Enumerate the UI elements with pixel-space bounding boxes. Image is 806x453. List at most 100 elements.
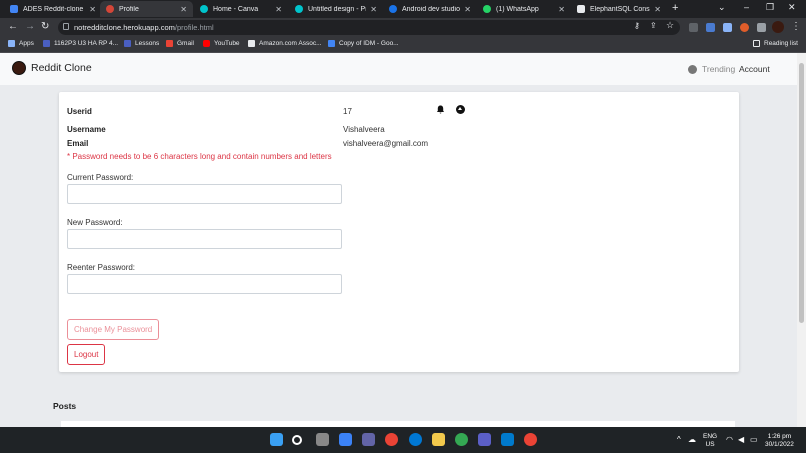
url-host: notredditclone.herokuapp.com: [74, 23, 175, 32]
username-label: Username: [67, 125, 106, 134]
language-indicator[interactable]: ENG US: [703, 433, 717, 448]
page-scrollbar[interactable]: [797, 53, 806, 427]
canva-icon: [200, 5, 208, 13]
brand-label: Reddit Clone: [31, 62, 92, 74]
trending-icon: [688, 64, 697, 74]
vscode-icon[interactable]: [501, 433, 514, 446]
wifi-icon[interactable]: ◠: [726, 435, 733, 444]
extension-icon[interactable]: [706, 23, 715, 32]
bookmark-item[interactable]: Lessons: [124, 40, 159, 47]
key-icon[interactable]: ⚷: [634, 21, 640, 30]
reading-list-icon: [753, 40, 760, 47]
bookmark-icon: [43, 40, 50, 47]
nav-trending-label: Trending: [702, 64, 736, 74]
logout-button[interactable]: Logout: [67, 344, 106, 365]
change-password-button[interactable]: Change My Password: [67, 319, 160, 340]
reading-list[interactable]: Reading list: [753, 40, 798, 47]
bookmark-item[interactable]: Copy of IDM - Goo...: [328, 40, 399, 47]
tab-label: Home - Canva: [213, 5, 259, 13]
windows-taskbar: ^ ☁ ENG US ◠ ◀ ▭ 1:26 pm 30/1/2022: [0, 427, 806, 453]
new-tab-icon[interactable]: +: [672, 2, 678, 14]
teams-chat-icon[interactable]: [362, 433, 375, 446]
menu-dots-icon[interactable]: ⋮: [791, 21, 801, 32]
clock[interactable]: 1:26 pm 30/1/2022: [765, 433, 794, 448]
close-tab-icon[interactable]: ✕: [370, 5, 377, 14]
browser-tab[interactable]: ElephantSQL Console ✕: [571, 1, 667, 17]
upvote-circle-icon[interactable]: [456, 105, 465, 114]
bookmark-apps[interactable]: Apps: [8, 40, 34, 47]
puzzle-icon[interactable]: [757, 23, 766, 32]
battery-icon[interactable]: ▭: [750, 435, 758, 444]
bookmark-item[interactable]: Amazon.com Assoc...: [248, 40, 322, 47]
reddit-clone-favicon-icon: [106, 5, 114, 13]
bookmark-label: Gmail: [177, 40, 194, 47]
reading-list-label: Reading list: [764, 40, 798, 47]
elephant-icon: [577, 5, 585, 13]
tab-label: ADES Reddit-clone C: [23, 5, 86, 13]
new-password-label: New Password:: [67, 218, 123, 227]
current-password-label: Current Password:: [67, 173, 134, 182]
volume-icon[interactable]: ◀: [738, 435, 744, 444]
nav-account[interactable]: Account: [739, 64, 770, 74]
edge-icon[interactable]: [409, 433, 422, 446]
reenter-password-input[interactable]: [67, 274, 342, 294]
back-icon[interactable]: ←: [8, 21, 18, 32]
forward-icon[interactable]: →: [25, 21, 35, 32]
profile-avatar-icon[interactable]: [772, 21, 784, 33]
show-hidden-icons-icon[interactable]: ^: [677, 435, 681, 444]
close-tab-icon[interactable]: ✕: [464, 5, 471, 14]
site-brand[interactable]: Reddit Clone: [12, 61, 92, 75]
close-window-icon[interactable]: ✕: [788, 2, 796, 13]
browser-tab[interactable]: (1) WhatsApp ✕: [477, 1, 571, 17]
bookmark-label: Copy of IDM - Goo...: [339, 40, 399, 47]
address-bar[interactable]: notredditclone.herokuapp.com/profile.htm…: [58, 20, 680, 35]
search-icon[interactable]: [292, 435, 302, 445]
bookmark-star-icon[interactable]: ☆: [666, 20, 674, 31]
tab-label: Profile: [119, 5, 139, 13]
restore-icon[interactable]: ❐: [766, 2, 774, 13]
extension-icon[interactable]: [689, 23, 698, 32]
close-tab-icon[interactable]: ✕: [558, 5, 565, 14]
reload-icon[interactable]: ↻: [41, 21, 49, 32]
profile-card: Userid 17 Username Vishalveera Email vis…: [59, 92, 739, 372]
chrome-icon[interactable]: [524, 433, 537, 446]
scrollbar-thumb[interactable]: [799, 63, 804, 323]
onedrive-cloud-icon[interactable]: ☁: [688, 435, 696, 444]
browser-tab[interactable]: Home - Canva ✕: [194, 1, 288, 17]
close-tab-icon[interactable]: ✕: [89, 5, 96, 14]
current-password-input[interactable]: [67, 184, 342, 204]
amazon-icon: [248, 40, 255, 47]
bookmark-item[interactable]: 1162P3 U3 HA RP 4...: [43, 40, 118, 47]
windows-start-icon[interactable]: [270, 433, 283, 446]
teams-icon[interactable]: [478, 433, 491, 446]
bookmark-item[interactable]: YouTube: [203, 40, 240, 47]
bookmark-item[interactable]: Gmail: [166, 40, 194, 47]
task-view-icon[interactable]: [316, 433, 329, 446]
chrome-icon[interactable]: [385, 433, 398, 446]
close-tab-icon[interactable]: ✕: [654, 5, 661, 14]
username-value: Vishalveera: [343, 125, 385, 134]
browser-tab[interactable]: Untitled design - Pres ✕: [289, 1, 383, 17]
browser-tab[interactable]: ADES Reddit-clone C ✕: [4, 1, 102, 17]
new-password-input[interactable]: [67, 229, 342, 249]
chrome-profile-icon[interactable]: [455, 433, 468, 446]
tab-search-icon[interactable]: ⌄: [718, 2, 726, 13]
browser-toolbar: ← → ↻ notredditclone.herokuapp.com/profi…: [0, 18, 806, 37]
extension-icon[interactable]: [740, 23, 749, 32]
bookmark-label: Amazon.com Assoc...: [259, 40, 322, 47]
close-tab-icon[interactable]: ✕: [275, 5, 282, 14]
close-tab-icon[interactable]: ✕: [180, 5, 187, 14]
userid-label: Userid: [67, 107, 92, 116]
browser-tab[interactable]: Android dev studio w ✕: [383, 1, 477, 17]
browser-tab-active[interactable]: Profile ✕: [100, 1, 193, 17]
docs-icon: [10, 5, 18, 13]
bookmark-icon: [124, 40, 131, 47]
nav-trending[interactable]: Trending: [688, 64, 735, 74]
extension-icon[interactable]: [723, 23, 732, 32]
widgets-icon[interactable]: [339, 433, 352, 446]
file-explorer-icon[interactable]: [432, 433, 445, 446]
share-icon[interactable]: ⇪: [650, 21, 657, 30]
tab-label: ElephantSQL Console: [590, 5, 650, 13]
bell-icon[interactable]: [436, 105, 445, 116]
minimize-icon[interactable]: –: [744, 2, 749, 12]
